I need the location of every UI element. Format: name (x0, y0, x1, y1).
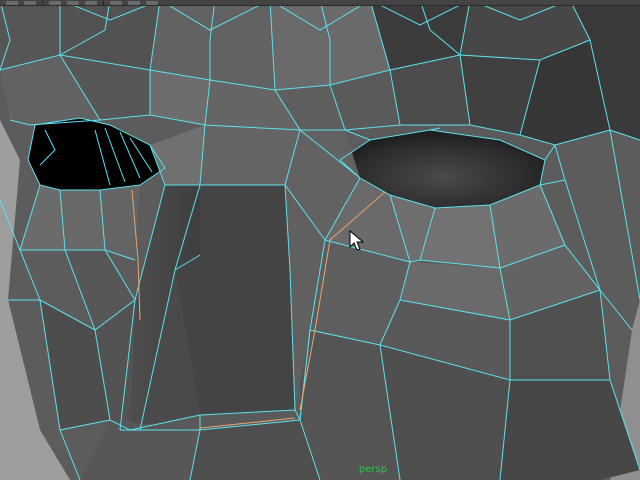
mesh-shading (0, 6, 640, 480)
lasso-tool-icon[interactable] (24, 0, 36, 5)
scale-tool-icon[interactable] (85, 0, 97, 5)
face-mesh-render[interactable] (0, 6, 640, 480)
mouse-cursor-icon (349, 230, 365, 251)
camera-name-label: persp (358, 464, 388, 475)
camera-icon[interactable] (110, 0, 122, 5)
grid-icon[interactable] (128, 0, 140, 5)
move-tool-icon[interactable] (49, 0, 61, 5)
shading-icon[interactable] (146, 0, 158, 5)
3d-viewport-persp[interactable] (0, 6, 640, 480)
toolbar-divider (42, 0, 43, 5)
viewport-toolbar (0, 0, 640, 6)
rotate-tool-icon[interactable] (67, 0, 79, 5)
select-tool-icon[interactable] (6, 0, 18, 5)
toolbar-divider (103, 0, 104, 5)
